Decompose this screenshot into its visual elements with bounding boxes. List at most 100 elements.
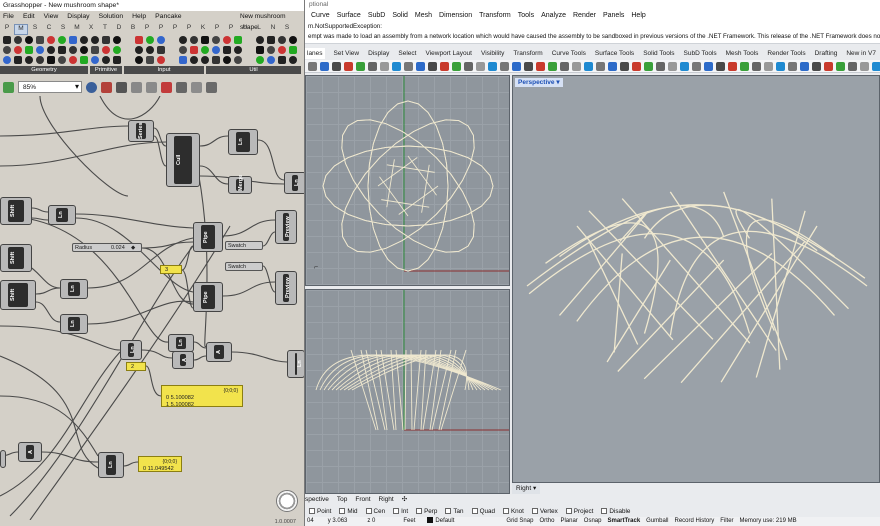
component-tab[interactable]: M <box>14 24 28 35</box>
group-util[interactable]: Util <box>206 66 301 74</box>
ribbon-component-icon[interactable] <box>135 36 143 44</box>
ribbon-component-icon[interactable] <box>91 46 99 54</box>
ribbon-component-icon[interactable] <box>256 46 264 54</box>
viewport-perspective[interactable]: Perspective ▾ <box>512 75 880 483</box>
ribbon-component-icon[interactable] <box>113 36 121 44</box>
menu-help[interactable]: Help <box>631 10 645 22</box>
status-record-history[interactable]: Record History <box>675 517 715 526</box>
vtab-top[interactable]: Top <box>337 494 347 505</box>
ribbon-component-icon[interactable] <box>102 36 110 44</box>
component-preview-1[interactable]: Preview <box>275 210 297 244</box>
component-tab[interactable]: S <box>56 24 70 35</box>
ribbon-component-icon[interactable] <box>69 56 77 64</box>
toolbar-command-icon[interactable] <box>848 61 857 71</box>
osnap-perp[interactable]: Perp <box>416 507 437 517</box>
osnap-tan[interactable]: Tan <box>445 507 464 517</box>
component-ln-top[interactable]: Ln <box>228 129 258 155</box>
ribbon-component-icon[interactable] <box>14 46 22 54</box>
ribbon-component-icon[interactable] <box>47 36 55 44</box>
ribbon-component-icon[interactable] <box>80 56 88 64</box>
ribbon-component-icon[interactable] <box>190 46 198 54</box>
osnap-mid[interactable]: Mid <box>339 507 358 517</box>
tab-select[interactable]: Select <box>398 48 416 59</box>
menu-tools[interactable]: Tools <box>518 10 534 22</box>
ribbon-component-icon[interactable] <box>267 36 275 44</box>
flag-icon[interactable] <box>206 81 217 93</box>
toolbar-command-icon[interactable] <box>608 61 617 71</box>
toolbar-command-icon[interactable] <box>740 61 749 71</box>
toolbar-command-icon[interactable] <box>368 61 377 71</box>
group-input[interactable]: Input <box>124 66 204 74</box>
component-tab[interactable]: P <box>168 24 182 35</box>
component-a-1[interactable]: A <box>172 351 194 369</box>
osnap-project[interactable]: Project <box>565 507 593 517</box>
ribbon-component-icon[interactable] <box>36 46 44 54</box>
swatch-1[interactable]: Swatch <box>225 241 263 250</box>
component-tab[interactable]: P <box>154 24 168 35</box>
toolbar-command-icon[interactable] <box>800 61 809 71</box>
toolbar-command-icon[interactable] <box>812 61 821 71</box>
status-filter[interactable]: Filter <box>720 517 733 526</box>
component-fragment[interactable] <box>0 450 6 468</box>
tab-planes[interactable]: lanes <box>305 48 325 59</box>
menu-solid[interactable]: Solid <box>392 10 408 22</box>
osnap-int[interactable]: Int <box>393 507 408 517</box>
component-a-2[interactable]: A <box>206 342 232 362</box>
component-tab[interactable]: X <box>84 24 98 35</box>
component-pipe-2[interactable]: Pipe <box>193 282 223 312</box>
tab-drafting[interactable]: Drafting <box>815 48 838 59</box>
ribbon-component-icon[interactable] <box>179 56 187 64</box>
vtab-right[interactable]: Right <box>379 494 394 505</box>
ribbon-component-icon[interactable] <box>69 36 77 44</box>
toolbar-command-icon[interactable] <box>692 61 701 71</box>
ribbon-component-icon[interactable] <box>179 36 187 44</box>
toolbar-command-icon[interactable] <box>548 61 557 71</box>
gh-menu-view[interactable]: View <box>44 11 59 23</box>
ribbon-component-icon[interactable] <box>289 36 297 44</box>
toolbar-command-icon[interactable] <box>428 61 437 71</box>
component-tab[interactable]: S <box>28 24 42 35</box>
component-shift-2[interactable]: Shift <box>0 244 32 272</box>
toolbar-command-icon[interactable] <box>524 61 533 71</box>
toolbar-command-icon[interactable] <box>680 61 689 71</box>
menu-transform[interactable]: Transform <box>479 10 511 22</box>
grasshopper-canvas[interactable]: Series Cull Ln Merge Ln Shift Ln Shift S… <box>0 96 304 520</box>
menu-subd[interactable]: SubD <box>368 10 386 22</box>
tab-subd-tools[interactable]: SubD Tools <box>684 48 717 59</box>
ribbon-component-icon[interactable] <box>25 46 33 54</box>
component-tab[interactable]: D <box>112 24 126 35</box>
toolbar-command-icon[interactable] <box>764 61 773 71</box>
ribbon-component-icon[interactable] <box>80 46 88 54</box>
group-primitive[interactable]: Primitive <box>90 66 122 74</box>
ribbon-component-icon[interactable] <box>234 56 242 64</box>
status-ortho[interactable]: Ortho <box>539 517 554 526</box>
toolbar-command-icon[interactable] <box>716 61 725 71</box>
ribbon-component-icon[interactable] <box>14 36 22 44</box>
ribbon-component-icon[interactable] <box>102 56 110 64</box>
tab-set-view[interactable]: Set View <box>334 48 360 59</box>
ribbon-component-icon[interactable] <box>212 56 220 64</box>
zoom-dropdown[interactable]: 85% <box>18 81 82 93</box>
ribbon-component-icon[interactable] <box>212 46 220 54</box>
component-ln-2[interactable]: Ln <box>60 279 88 299</box>
ribbon-component-icon[interactable] <box>267 46 275 54</box>
ribbon-component-icon[interactable] <box>234 46 242 54</box>
osnap-point[interactable]: Point <box>309 507 331 517</box>
component-tab[interactable]: P <box>210 24 224 35</box>
menu-dimension[interactable]: Dimension <box>439 10 472 22</box>
ribbon-component-icon[interactable] <box>135 56 143 64</box>
menu-panels[interactable]: Panels <box>603 10 624 22</box>
slider-knob-icon[interactable]: ◆ <box>131 244 135 252</box>
ribbon-component-icon[interactable] <box>223 46 231 54</box>
toolbar-command-icon[interactable] <box>632 61 641 71</box>
toolbar-command-icon[interactable] <box>392 61 401 71</box>
ribbon-component-icon[interactable] <box>113 46 121 54</box>
ribbon-component-icon[interactable] <box>278 56 286 64</box>
menu-curve[interactable]: Curve <box>311 10 330 22</box>
ribbon-component-icon[interactable] <box>190 36 198 44</box>
component-tab[interactable]: P <box>0 24 14 35</box>
toolbar-command-icon[interactable] <box>344 61 353 71</box>
gh-menu-file[interactable]: File <box>3 11 14 23</box>
menu-surface[interactable]: Surface <box>337 10 361 22</box>
status-layer[interactable]: Default <box>427 517 454 526</box>
